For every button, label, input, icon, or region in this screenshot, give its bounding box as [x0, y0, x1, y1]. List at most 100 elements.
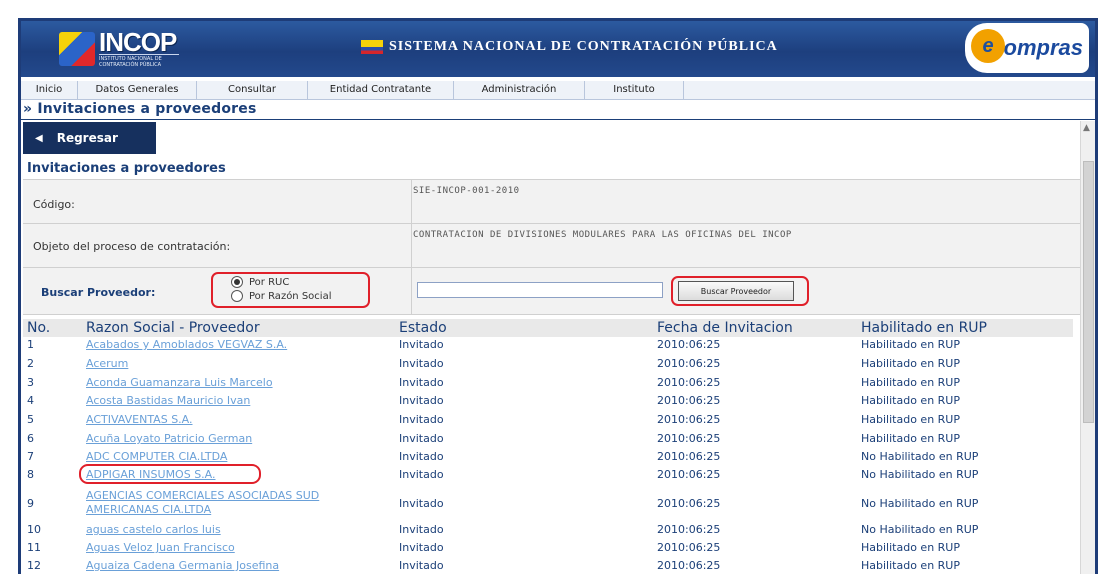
vertical-scrollbar[interactable]: ▲ — [1080, 121, 1095, 574]
radio-por-ruc-label: Por RUC — [249, 276, 290, 288]
search-type-radio-group: Por RUC Por Razón Social — [211, 272, 370, 308]
row-number: 7 — [27, 450, 34, 463]
app-window: INCOP INSTITUTO NACIONAL DE CONTRATACIÓN… — [18, 18, 1098, 574]
nav-item-inicio[interactable]: Inicio — [21, 81, 78, 99]
scrollbar-thumb[interactable] — [1083, 161, 1094, 423]
row-fecha: 2010:06:25 — [657, 523, 721, 536]
header-banner: INCOP INSTITUTO NACIONAL DE CONTRATACIÓN… — [21, 21, 1095, 77]
objeto-label: Objeto del proceso de contratación: — [33, 240, 231, 253]
provider-link[interactable]: Acosta Bastidas Mauricio Ivan — [86, 394, 250, 407]
search-button[interactable]: Buscar Proveedor — [678, 281, 794, 301]
incop-logo-text: INCOP — [99, 27, 177, 57]
row-number: 5 — [27, 413, 34, 426]
row-fecha: 2010:06:25 — [657, 450, 721, 463]
row-rup: No Habilitado en RUP — [861, 497, 979, 510]
objeto-value: CONTRATACION DE DIVISIONES MODULARES PAR… — [413, 230, 792, 240]
row-fecha: 2010:06:25 — [657, 468, 721, 481]
search-button-highlight: Buscar Proveedor — [671, 276, 809, 306]
row-rup: No Habilitado en RUP — [861, 450, 979, 463]
row-number: 6 — [27, 432, 34, 445]
row-fecha: 2010:06:25 — [657, 394, 721, 407]
nav-item-datos-generales[interactable]: Datos Generales — [78, 81, 197, 99]
provider-link[interactable]: aguas castelo carlos luis — [86, 523, 221, 536]
row-estado: Invitado — [399, 523, 444, 536]
incop-flag-icon — [59, 32, 95, 66]
nav-item-instituto[interactable]: Instituto — [585, 81, 684, 99]
column-header-fecha: Fecha de Invitacion — [657, 320, 793, 336]
codigo-row: Código: SIE-INCOP-001-2010 — [23, 179, 1081, 224]
row-number: 2 — [27, 357, 34, 370]
row-rup: No Habilitado en RUP — [861, 523, 979, 536]
row-rup: Habilitado en RUP — [861, 559, 960, 572]
provider-link[interactable]: AGENCIAS COMERCIALES ASOCIADAS SUD — [86, 489, 319, 502]
row-number: 11 — [27, 541, 41, 554]
provider-link-continued[interactable]: AMERICANAS CIA.LTDA — [86, 503, 211, 516]
column-header-estado: Estado — [399, 320, 447, 336]
buscar-row: Buscar Proveedor: Por RUC Por Razón Soci… — [23, 267, 1081, 315]
row-number: 3 — [27, 376, 34, 389]
row-estado: Invitado — [399, 376, 444, 389]
compras-logo: e Compras — [965, 23, 1089, 73]
row-rup: No Habilitado en RUP — [861, 468, 979, 481]
row-rup: Habilitado en RUP — [861, 413, 960, 426]
back-arrow-icon: ◀ — [35, 132, 43, 144]
breadcrumb: » Invitaciones a proveedores — [23, 101, 257, 117]
radio-unselected-icon[interactable] — [231, 290, 243, 302]
row-fecha: 2010:06:25 — [657, 432, 721, 445]
ecuador-flag-icon — [361, 40, 383, 54]
row-rup: Habilitado en RUP — [861, 432, 960, 445]
row-number: 1 — [27, 338, 34, 351]
incop-logo-subtitle: INSTITUTO NACIONAL DE CONTRATACIÓN PÚBLI… — [99, 54, 179, 68]
provider-link[interactable]: Aguas Veloz Juan Francisco — [86, 541, 235, 554]
radio-por-razon-social[interactable]: Por Razón Social — [231, 290, 331, 302]
row-estado: Invitado — [399, 432, 444, 445]
row-rup: Habilitado en RUP — [861, 376, 960, 389]
provider-link[interactable]: ACTIVAVENTAS S.A. — [86, 413, 193, 426]
scroll-up-arrow-icon[interactable]: ▲ — [1083, 123, 1090, 133]
provider-link[interactable]: Aguaiza Cadena Germania Josefina — [86, 559, 279, 572]
radio-selected-icon[interactable] — [231, 276, 243, 288]
row-estado: Invitado — [399, 338, 444, 351]
row-fecha: 2010:06:25 — [657, 541, 721, 554]
main-nav: Inicio Datos Generales Consultar Entidad… — [21, 81, 1095, 100]
back-button-label: Regresar — [56, 131, 118, 145]
row-estado: Invitado — [399, 468, 444, 481]
table-header: No. Razon Social - Proveedor Estado Fech… — [23, 319, 1073, 337]
row-rup: Habilitado en RUP — [861, 394, 960, 407]
system-title-text: SISTEMA NACIONAL DE CONTRATACIÓN PÚBLICA — [389, 39, 778, 54]
provider-link[interactable]: Acuña Loyato Patricio German — [86, 432, 252, 445]
row-estado: Invitado — [399, 394, 444, 407]
nav-item-administracion[interactable]: Administración — [454, 81, 585, 99]
section-title: Invitaciones a proveedores — [27, 161, 226, 176]
provider-link[interactable]: ADC COMPUTER CIA.LTDA — [86, 450, 227, 463]
row-estado: Invitado — [399, 541, 444, 554]
provider-link[interactable]: ADPIGAR INSUMOS S.A. — [86, 468, 216, 481]
row-number: 12 — [27, 559, 41, 572]
provider-link[interactable]: Acerum — [86, 357, 128, 370]
row-fecha: 2010:06:25 — [657, 338, 721, 351]
row-rup: Habilitado en RUP — [861, 541, 960, 554]
back-button[interactable]: ◀ Regresar — [23, 122, 156, 154]
search-input[interactable] — [417, 282, 663, 298]
row-estado: Invitado — [399, 559, 444, 572]
row-estado: Invitado — [399, 497, 444, 510]
nav-item-entidad-contratante[interactable]: Entidad Contratante — [308, 81, 454, 99]
column-header-habilitado: Habilitado en RUP — [861, 320, 987, 336]
provider-link[interactable]: Acabados y Amoblados VEGVAZ S.A. — [86, 338, 287, 351]
codigo-label: Código: — [33, 198, 75, 211]
row-number: 4 — [27, 394, 34, 407]
row-fecha: 2010:06:25 — [657, 497, 721, 510]
row-estado: Invitado — [399, 450, 444, 463]
row-rup: Habilitado en RUP — [861, 357, 960, 370]
row-number: 10 — [27, 523, 41, 536]
compras-e-icon: e — [971, 29, 1005, 63]
nav-item-consultar[interactable]: Consultar — [197, 81, 308, 99]
system-title: SISTEMA NACIONAL DE CONTRATACIÓN PÚBLICA — [361, 39, 778, 55]
column-header-razon-social: Razon Social - Proveedor — [86, 320, 260, 336]
provider-link[interactable]: Aconda Guamanzara Luis Marcelo — [86, 376, 273, 389]
table-row: 9 AGENCIAS COMERCIALES ASOCIADAS SUD AME… — [23, 489, 1073, 521]
row-estado: Invitado — [399, 413, 444, 426]
buscar-proveedor-label: Buscar Proveedor: — [41, 286, 156, 299]
row-fecha: 2010:06:25 — [657, 376, 721, 389]
radio-por-ruc[interactable]: Por RUC — [231, 276, 289, 288]
